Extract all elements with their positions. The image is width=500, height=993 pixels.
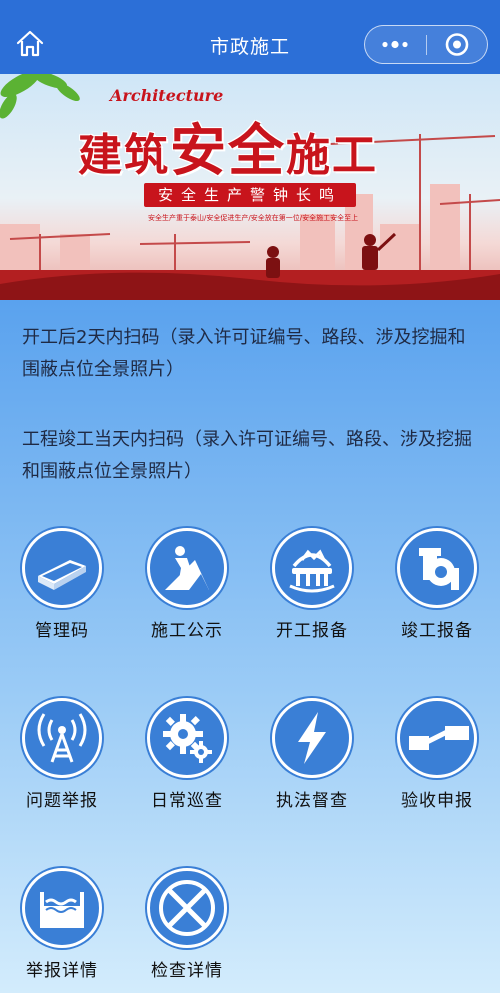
steel-beam-icon [22, 528, 102, 608]
menu-item-label: 验收申报 [401, 791, 473, 811]
water-tank-icon [22, 868, 102, 948]
menu-item-inspection-details[interactable]: 检查详情 [132, 868, 242, 981]
banner-subtitle: Architecture [110, 86, 224, 105]
top-navigation-bar: 市政施工 [0, 0, 500, 74]
menu-item-management-code[interactable]: 管理码 [7, 528, 117, 641]
menu-item-label: 管理码 [35, 621, 89, 641]
notice-completion-scan: 工程竣工当天内扫码（录入许可证编号、路段、涉及挖掘和围蔽点位全景照片） [22, 429, 472, 482]
menu-item-acceptance-application[interactable]: 验收申报 [382, 698, 492, 811]
menu-item-label: 检查详情 [151, 961, 223, 981]
banner-headline: 建筑安全施工 [78, 106, 378, 187]
construction-worker-icon [147, 528, 227, 608]
menu-item-label: 日常巡查 [151, 791, 223, 811]
banner-headline-part2: 安全 [170, 118, 286, 184]
target-close-icon[interactable] [427, 26, 488, 63]
menu-item-label: 开工报备 [276, 621, 348, 641]
menu-item-report-details[interactable]: 举报详情 [7, 868, 117, 981]
x-circle-icon [147, 868, 227, 948]
menu-item-construction-notice[interactable]: 施工公示 [132, 528, 242, 641]
menu-item-label: 施工公示 [151, 621, 223, 641]
menu-item-daily-inspection[interactable]: 日常巡查 [132, 698, 242, 811]
menu-item-label: 举报详情 [26, 961, 98, 981]
switch-icon [397, 698, 477, 778]
banner-slogan: 安全生产警钟长鸣 [144, 183, 356, 207]
mini-program-capsule [364, 25, 488, 64]
banner-headline-part1: 建筑 [78, 130, 170, 181]
menu-item-start-report[interactable]: 开工报备 [257, 528, 367, 641]
banner-headline-part3: 施工 [286, 130, 378, 181]
notice-start-scan: 开工后2天内扫码（录入许可证编号、路段、涉及挖掘和围蔽点位全景照片） [22, 327, 466, 380]
menu-item-law-enforcement[interactable]: 执法督查 [257, 698, 367, 811]
safety-banner: Architecture 建筑安全施工 安全生产警钟长鸣 安全生产重于泰山/安全… [0, 74, 500, 300]
lightning-icon [272, 698, 352, 778]
gears-icon [147, 698, 227, 778]
signal-tower-icon [22, 698, 102, 778]
more-dots-icon[interactable] [365, 26, 426, 63]
banner-small-text: 安全生产重于泰山/安全促进生产/安全放在第一位/安全施工安全至上 [148, 214, 359, 222]
menu-item-completion-report[interactable]: 竣工报备 [382, 528, 492, 641]
pipe-fitting-icon [397, 528, 477, 608]
menu-item-problem-report[interactable]: 问题举报 [7, 698, 117, 811]
menu-item-label: 竣工报备 [401, 621, 473, 641]
hard-hat-icon [272, 528, 352, 608]
menu-item-label: 问题举报 [26, 791, 98, 811]
menu-item-label: 执法督查 [276, 791, 348, 811]
